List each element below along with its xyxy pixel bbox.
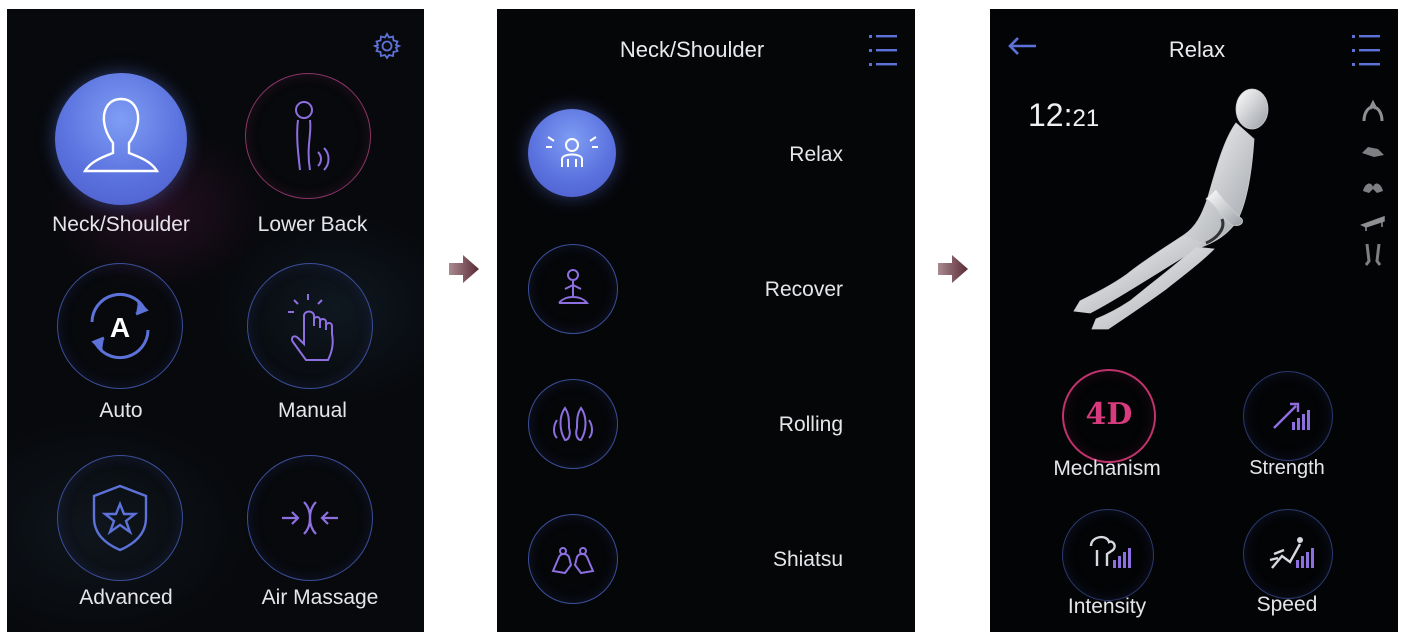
shiatsu-program-button[interactable] — [528, 514, 618, 604]
shield-star-icon — [92, 484, 148, 552]
relax-program-button[interactable] — [528, 109, 616, 197]
air-massage-button[interactable] — [247, 455, 373, 581]
lower-back-label: Lower Back — [257, 213, 368, 236]
program-relax-label: Relax — [789, 143, 843, 166]
program-list-screen: Neck/Shoulder Relax Recover Rolling Shia… — [497, 9, 915, 632]
gear-icon[interactable] — [372, 31, 402, 61]
intensity-icon — [1089, 535, 1131, 568]
manual-label: Manual — [278, 399, 347, 422]
meditation-icon — [558, 269, 590, 304]
shoulders-icon[interactable] — [1360, 99, 1386, 125]
speed-label: Speed — [1256, 593, 1318, 616]
strength-label: Strength — [1249, 457, 1325, 479]
auto-label: Auto — [99, 399, 143, 422]
neck-shoulder-button[interactable] — [55, 73, 187, 205]
mechanism-label: Mechanism — [1053, 457, 1161, 480]
main-menu-screen: Neck/Shoulder Lower Back A Auto Manual A… — [7, 9, 424, 632]
air-compress-icon — [282, 501, 338, 535]
auto-button[interactable]: A — [57, 263, 183, 389]
program-rolling-label: Rolling — [778, 413, 843, 436]
hand-press-icon — [288, 294, 334, 361]
list-icon[interactable] — [867, 31, 899, 71]
person-bust-icon — [82, 97, 160, 173]
next-arrow-icon — [449, 255, 479, 283]
mechanism-button[interactable]: 4D — [1062, 369, 1156, 463]
advanced-button[interactable] — [57, 455, 183, 581]
svg-text:A: A — [110, 312, 130, 343]
relax-person-icon — [546, 136, 598, 167]
manual-button[interactable] — [247, 263, 373, 389]
recover-program-button[interactable] — [528, 244, 618, 334]
air-massage-label: Air Massage — [261, 586, 379, 609]
speed-icon — [1269, 537, 1314, 569]
rolling-hands-icon — [553, 406, 593, 442]
lower-back-icon — [295, 101, 330, 171]
auto-mode-icon: A — [90, 292, 150, 360]
program-recover-label: Recover — [764, 278, 843, 301]
intensity-label: Intensity — [1067, 595, 1147, 618]
strength-button[interactable] — [1243, 371, 1333, 461]
seat-icon[interactable] — [1360, 207, 1386, 233]
rolling-program-button[interactable] — [528, 379, 618, 469]
neck-shoulder-label: Neck/Shoulder — [52, 213, 190, 236]
shiatsu-hands-icon — [551, 547, 595, 575]
4d-icon: 4D — [1085, 397, 1133, 432]
speed-button[interactable] — [1243, 509, 1333, 599]
back-icon[interactable] — [1360, 137, 1386, 163]
waist-icon[interactable] — [1360, 173, 1386, 199]
strength-icon — [1273, 402, 1310, 430]
session-title: Relax — [1168, 37, 1226, 62]
intensity-button[interactable] — [1062, 509, 1154, 601]
list-icon[interactable] — [1350, 31, 1382, 71]
next-arrow-icon — [938, 255, 968, 283]
session-screen: Relax 12:21 4D Mechanism Strength Intens… — [990, 9, 1398, 632]
advanced-label: Advanced — [79, 586, 173, 609]
body-figure-image — [1073, 88, 1269, 330]
page-title: Neck/Shoulder — [619, 37, 765, 62]
lower-back-button[interactable] — [245, 73, 371, 199]
program-shiatsu-label: Shiatsu — [772, 548, 843, 571]
legs-icon[interactable] — [1360, 241, 1386, 267]
